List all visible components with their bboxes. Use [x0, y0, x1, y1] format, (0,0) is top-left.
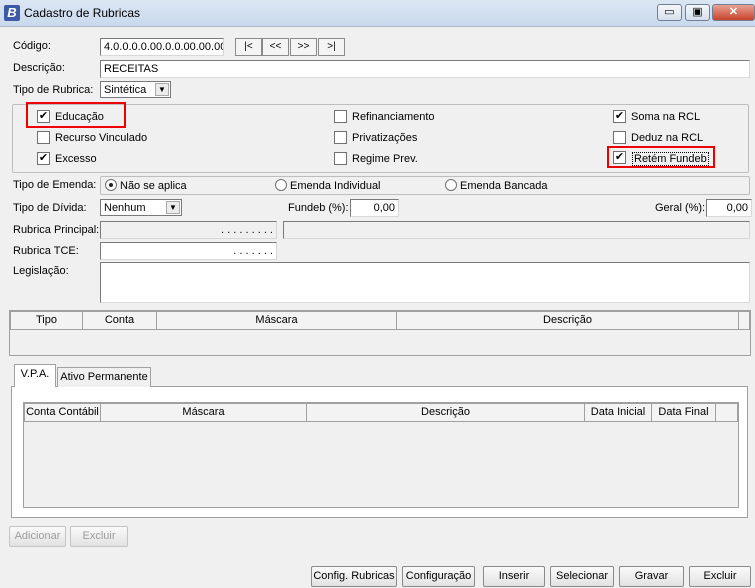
retem-fundeb-checkbox[interactable]: ✔: [613, 151, 626, 164]
recurso-vinculado-checkbox[interactable]: [37, 131, 50, 144]
adicionar-button[interactable]: Adicionar: [9, 526, 66, 547]
soma-rcl-label: Soma na RCL: [631, 111, 701, 123]
descricao-input[interactable]: RECEITAS: [100, 60, 750, 78]
excesso-label: Excesso: [55, 153, 97, 165]
educacao-checkbox[interactable]: ✔: [37, 110, 50, 123]
geral-input[interactable]: 0,00: [706, 199, 752, 217]
tab-ativo-permanente[interactable]: Ativo Permanente: [57, 367, 151, 387]
recurso-vinculado-label: Recurso Vinculado: [55, 132, 148, 144]
configuracao-button[interactable]: Configuração: [402, 566, 475, 587]
regime-prev-checkbox[interactable]: [334, 152, 347, 165]
emenda-bancada-label: Emenda Bancada: [460, 180, 548, 192]
tipo-rubrica-value: Sintética: [104, 84, 147, 96]
deduz-rcl-label: Deduz na RCL: [631, 132, 704, 144]
contas-grid-header: Conta Contábil Máscara Descrição Data In…: [24, 403, 738, 422]
close-button[interactable]: ✕: [712, 4, 755, 21]
refinanciamento-label: Refinanciamento: [352, 111, 435, 123]
codigo-label: Código:: [13, 40, 51, 52]
fundeb-label: Fundeb (%):: [288, 202, 349, 214]
privatizacoes-label: Privatizações: [352, 132, 418, 144]
codigo-input[interactable]: 4.0.0.0.0.00.0.0.00.00.00: [100, 38, 224, 56]
legislacao-textarea[interactable]: [100, 262, 750, 303]
maximize-button[interactable]: ▣: [685, 4, 710, 21]
grid-col-data-inicial[interactable]: Data Inicial: [585, 404, 652, 421]
app-logo-icon: B: [4, 5, 20, 21]
emenda-nao-se-aplica-radio[interactable]: [105, 179, 117, 191]
nav-prev-button[interactable]: <<: [262, 38, 289, 56]
grid-col-mascara[interactable]: Máscara: [157, 312, 397, 329]
rubrica-principal-description: [283, 221, 750, 239]
tipo-divida-select[interactable]: Nenhum ▼: [100, 199, 182, 216]
deduz-rcl-checkbox[interactable]: [613, 131, 626, 144]
minimize-button[interactable]: ▭: [657, 4, 682, 21]
descricao-label: Descrição:: [13, 62, 65, 74]
selecionar-button[interactable]: Selecionar: [550, 566, 614, 587]
nav-next-button[interactable]: >>: [290, 38, 317, 56]
grid-col-conta[interactable]: Conta: [83, 312, 157, 329]
grid-col-data-final[interactable]: Data Final: [652, 404, 716, 421]
chevron-down-icon: ▼: [155, 83, 169, 96]
tipo-emenda-group: [100, 176, 750, 195]
emenda-bancada-radio[interactable]: [445, 179, 457, 191]
legislacao-label: Legislação:: [13, 265, 69, 277]
inserir-button[interactable]: Inserir: [483, 566, 545, 587]
grid-col-mascara-2[interactable]: Máscara: [101, 404, 307, 421]
fundeb-input[interactable]: 0,00: [350, 199, 399, 217]
nav-last-button[interactable]: >|: [318, 38, 345, 56]
tipo-rubrica-select[interactable]: Sintética ▼: [100, 81, 171, 98]
emenda-nao-se-aplica-label: Não se aplica: [120, 180, 187, 192]
rubricas-grid-header: Tipo Conta Máscara Descrição: [10, 311, 750, 330]
excesso-checkbox[interactable]: ✔: [37, 152, 50, 165]
grid-col-conta-contabil[interactable]: Conta Contábil: [25, 404, 101, 421]
tipo-divida-label: Tipo de Dívida:: [13, 202, 87, 214]
emenda-individual-radio[interactable]: [275, 179, 287, 191]
excluir-item-button[interactable]: Excluir: [70, 526, 128, 547]
privatizacoes-checkbox[interactable]: [334, 131, 347, 144]
tipo-emenda-label: Tipo de Emenda:: [13, 179, 97, 191]
rubrica-principal-label: Rubrica Principal:: [13, 224, 100, 236]
nav-first-button[interactable]: |<: [235, 38, 262, 56]
grid-col-tipo[interactable]: Tipo: [11, 312, 83, 329]
educacao-label: Educação: [55, 111, 104, 123]
rubrica-tce-label: Rubrica TCE:: [13, 245, 79, 257]
excluir-button[interactable]: Excluir: [689, 566, 751, 587]
gravar-button[interactable]: Gravar: [619, 566, 684, 587]
regime-prev-label: Regime Prev.: [352, 153, 418, 165]
refinanciamento-checkbox[interactable]: [334, 110, 347, 123]
soma-rcl-checkbox[interactable]: ✔: [613, 110, 626, 123]
config-rubricas-button[interactable]: Config. Rubricas: [311, 566, 397, 587]
grid-col-descricao-2[interactable]: Descrição: [307, 404, 585, 421]
tipo-rubrica-label: Tipo de Rubrica:: [13, 84, 94, 96]
grid-col-descricao[interactable]: Descrição: [397, 312, 739, 329]
chevron-down-icon: ▼: [166, 201, 180, 214]
tipo-divida-value: Nenhum: [104, 202, 146, 214]
emenda-individual-label: Emenda Individual: [290, 180, 381, 192]
window-title: Cadastro de Rubricas: [24, 6, 141, 20]
rubrica-principal-input[interactable]: . . . . . . . . .: [100, 221, 277, 239]
tab-vpa[interactable]: V.P.A.: [14, 364, 56, 387]
geral-label: Geral (%):: [655, 202, 706, 214]
rubrica-tce-input[interactable]: . . . . . . .: [100, 242, 277, 260]
retem-fundeb-label: Retém Fundeb: [632, 152, 709, 166]
